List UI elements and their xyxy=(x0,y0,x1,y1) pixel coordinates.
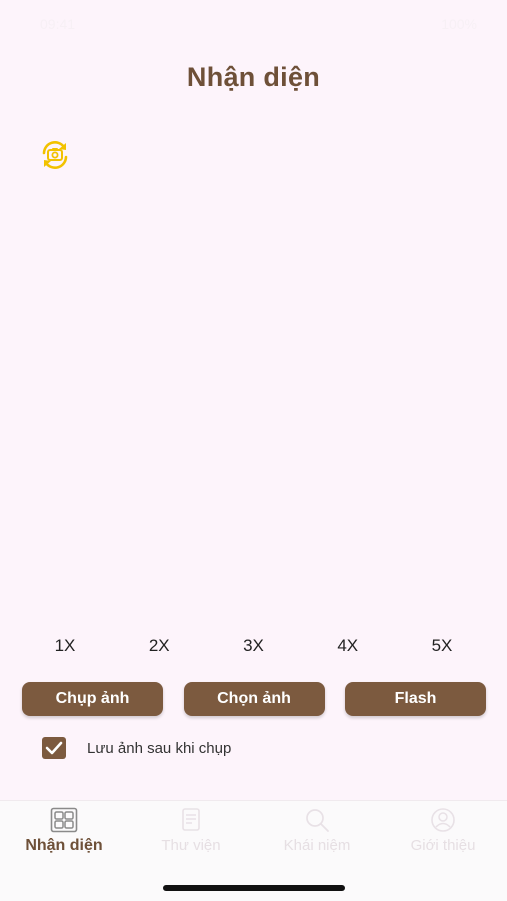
zoom-1x[interactable]: 1X xyxy=(18,632,112,660)
checkmark-icon xyxy=(45,741,63,755)
tab-recognize[interactable]: Nhận diện xyxy=(1,801,127,863)
tab-about-label: Giới thiệu xyxy=(410,837,476,854)
zoom-3x[interactable]: 3X xyxy=(207,632,301,660)
save-after-capture-label: Lưu ảnh sau khi chụp xyxy=(87,739,232,757)
camera-switch-button[interactable] xyxy=(38,138,72,172)
save-after-capture-option: Lưu ảnh sau khi chụp xyxy=(42,736,231,760)
search-icon xyxy=(306,809,329,832)
zoom-2x[interactable]: 2X xyxy=(112,632,206,660)
choose-photo-button[interactable]: Chọn ảnh xyxy=(183,682,325,716)
tab-concepts[interactable]: Khái niệm xyxy=(254,801,380,863)
camera-switch-icon xyxy=(42,141,68,169)
zoom-5x[interactable]: 5X xyxy=(395,632,489,660)
page-title: Nhận diện xyxy=(186,62,321,92)
status-time: 09:41 xyxy=(40,16,76,32)
flash-button[interactable]: Flash xyxy=(345,682,486,716)
status-battery: 100% xyxy=(441,16,477,32)
tab-recognize-label: Nhận diện xyxy=(25,837,103,854)
camera-preview xyxy=(0,180,507,610)
save-after-capture-checkbox[interactable] xyxy=(42,737,66,759)
tab-library[interactable]: Thư viện xyxy=(128,801,254,863)
zoom-4x[interactable]: 4X xyxy=(301,632,395,660)
tab-about[interactable]: Giới thiệu xyxy=(380,801,506,863)
home-indicator xyxy=(162,885,345,891)
library-icon xyxy=(182,808,200,831)
status-bar: 09:41 100% xyxy=(0,0,507,44)
action-buttons: Chụp ảnh Chọn ảnh Flash xyxy=(22,682,486,716)
profile-icon xyxy=(431,808,455,832)
tab-concepts-label: Khái niệm xyxy=(283,837,351,854)
zoom-selector: 1X 2X 3X 4X 5X xyxy=(18,632,489,660)
grid-icon xyxy=(50,807,78,833)
tab-library-label: Thư viện xyxy=(161,837,221,854)
capture-button[interactable]: Chụp ảnh xyxy=(22,682,163,716)
